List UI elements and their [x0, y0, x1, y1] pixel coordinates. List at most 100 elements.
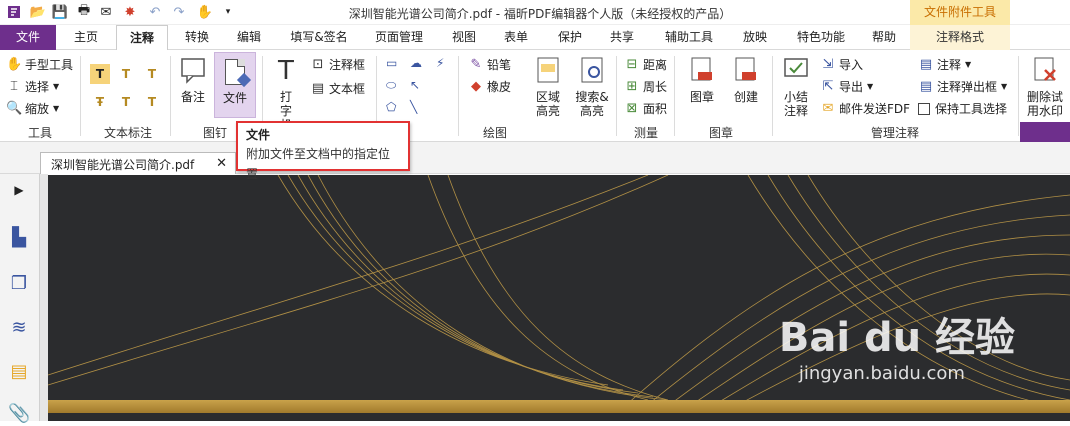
- gold-bar: [48, 400, 1070, 413]
- document-page: Bai du 经验 jingyan.baidu.com: [48, 175, 1070, 421]
- polygon-tool[interactable]: ⬠: [386, 100, 396, 114]
- arrow-tool[interactable]: ↖: [410, 78, 420, 92]
- strikeout-text-button[interactable]: Ŧ: [90, 92, 110, 112]
- pencil-button[interactable]: ✎ 铅笔: [468, 56, 511, 73]
- tooltip: 文件 附加文件至文档中的指定位置: [236, 121, 410, 181]
- ellipse-tool[interactable]: ⬭: [386, 78, 396, 93]
- underline-text-button[interactable]: T: [116, 64, 136, 84]
- squiggly-text-button[interactable]: T: [142, 64, 162, 84]
- hand-tool-qa-icon[interactable]: ✋: [194, 3, 216, 21]
- chevron-down-icon: ▼: [53, 82, 60, 91]
- stamp-button[interactable]: 图章: [682, 56, 722, 104]
- comments-label: 注释: [937, 58, 962, 72]
- redo-icon[interactable]: ↷: [170, 3, 188, 21]
- group-label-tools: 工具: [27, 126, 52, 140]
- import-label: 导入: [839, 58, 864, 72]
- callout-label: 注释框: [329, 58, 366, 72]
- note-button[interactable]: 备注: [176, 56, 210, 104]
- perimeter-label: 周长: [643, 80, 668, 94]
- replace-text-button[interactable]: T: [116, 92, 136, 112]
- tab-file[interactable]: 文件: [0, 25, 56, 50]
- menu-bar: 文件 主页 注释 转换 编辑 填写&签名 页面管理 视图 表单 保护 共享 辅助…: [0, 25, 1070, 51]
- attachments-icon[interactable]: 📎: [8, 402, 30, 426]
- tab-help[interactable]: 帮助: [864, 25, 904, 50]
- baidu-watermark: Bai du 经验 jingyan.baidu.com: [779, 305, 1015, 384]
- cloud-tool[interactable]: ☁: [410, 56, 422, 70]
- layers-icon[interactable]: ≋: [8, 316, 30, 340]
- zoom-button[interactable]: 🔍 缩放 ▼: [6, 100, 59, 117]
- customize-qa-icon[interactable]: ▾: [222, 3, 234, 21]
- expand-arrow-icon[interactable]: ▶: [8, 178, 30, 202]
- line-tool[interactable]: ╲: [410, 100, 417, 114]
- file-attachment-button[interactable]: 文件: [214, 52, 256, 118]
- create-stamp-label: 创建: [733, 90, 758, 104]
- document-tab[interactable]: 深圳智能光谱公司简介.pdf ✕: [40, 152, 236, 174]
- tooltip-description: 附加文件至文档中的指定位置: [246, 147, 391, 181]
- document-tab-bar: 深圳智能光谱公司简介.pdf ✕: [0, 142, 1070, 174]
- tab-accessibility[interactable]: 辅助工具: [656, 25, 722, 50]
- typewriter-icon: T: [278, 56, 294, 86]
- delete-watermark-icon: [1031, 56, 1059, 86]
- popup-dropdown[interactable]: ▤ 注释弹出框 ▼: [918, 78, 1007, 95]
- hand-tool-button[interactable]: ✋ 手型工具: [6, 56, 73, 73]
- eraser-button[interactable]: ◆ 橡皮: [468, 78, 511, 95]
- create-stamp-button[interactable]: 创建: [726, 56, 766, 104]
- separator: [80, 56, 81, 136]
- close-icon[interactable]: ✕: [216, 156, 227, 171]
- tab-edit[interactable]: 编辑: [228, 25, 270, 50]
- note-icon: [179, 56, 207, 86]
- tab-view[interactable]: 视图: [444, 25, 484, 50]
- tab-comment[interactable]: 注释: [116, 25, 168, 51]
- textbox-button[interactable]: ▤ 文本框: [310, 80, 365, 97]
- insert-text-button[interactable]: T: [142, 92, 162, 112]
- perimeter-button[interactable]: ⊞ 周长: [624, 78, 667, 95]
- tab-protect[interactable]: 保护: [550, 25, 590, 50]
- separator: [674, 56, 675, 136]
- gold-wave-lines: [48, 175, 1070, 421]
- tab-page-manage[interactable]: 页面管理: [368, 25, 430, 50]
- export-icon: ⇱: [822, 78, 834, 94]
- summarize-label: 小结注释: [783, 90, 808, 118]
- area-highlight-button[interactable]: 区域高亮: [528, 56, 568, 118]
- comments-panel-icon[interactable]: ▤: [8, 360, 30, 384]
- highlight-text-button[interactable]: T: [90, 64, 110, 84]
- separator: [616, 56, 617, 136]
- select-button[interactable]: ⌶ 选择 ▼: [6, 78, 59, 95]
- rectangle-tool[interactable]: ▭: [386, 56, 397, 70]
- callout-button[interactable]: ⊡ 注释框: [310, 56, 365, 73]
- polyline-tool[interactable]: ⚡: [436, 56, 444, 70]
- tab-slideshow[interactable]: 放映: [734, 25, 776, 50]
- tab-features[interactable]: 特色功能: [788, 25, 854, 50]
- search-highlight-button[interactable]: 搜索&高亮: [572, 56, 612, 118]
- area-button[interactable]: ⊠ 面积: [624, 100, 667, 117]
- comments-dropdown[interactable]: ▤ 注释 ▼: [918, 56, 971, 73]
- email-fdf-button[interactable]: ✉ 邮件发送FDF: [820, 100, 911, 117]
- keep-tool-checkbox[interactable]: 保持工具选择: [918, 100, 1007, 117]
- undo-icon[interactable]: ↶: [146, 3, 164, 21]
- distance-button[interactable]: ⊟ 距离: [624, 56, 667, 73]
- new-icon[interactable]: ✸: [120, 3, 140, 21]
- keep-tool-label: 保持工具选择: [935, 102, 1008, 116]
- save-icon[interactable]: 💾: [50, 3, 70, 21]
- chevron-down-icon: ▼: [1001, 82, 1008, 91]
- bookmark-icon[interactable]: ▙: [8, 226, 30, 250]
- pages-icon[interactable]: ❐: [8, 272, 30, 296]
- perimeter-icon: ⊞: [626, 78, 638, 94]
- area-highlight-icon: [534, 56, 562, 86]
- tab-convert[interactable]: 转换: [176, 25, 218, 50]
- import-button[interactable]: ⇲ 导入: [820, 56, 863, 73]
- tab-form[interactable]: 表单: [496, 25, 536, 50]
- print-icon[interactable]: 🖶: [74, 3, 94, 21]
- tab-share[interactable]: 共享: [602, 25, 642, 50]
- app-logo-icon: [4, 3, 24, 21]
- tab-comment-format[interactable]: 注释格式: [910, 25, 1010, 50]
- email-icon[interactable]: ✉: [96, 3, 116, 21]
- tab-fill-sign[interactable]: 填写&签名: [282, 25, 356, 50]
- delete-watermark-button[interactable]: 删除试用水印: [1022, 56, 1068, 118]
- open-icon[interactable]: 📂: [28, 3, 48, 21]
- export-button[interactable]: ⇱ 导出 ▼: [820, 78, 874, 95]
- tab-home[interactable]: 主页: [64, 25, 108, 50]
- stamp-label: 图章: [689, 90, 714, 104]
- summarize-comments-button[interactable]: 小结注释: [778, 56, 814, 118]
- eraser-label: 橡皮: [487, 80, 512, 94]
